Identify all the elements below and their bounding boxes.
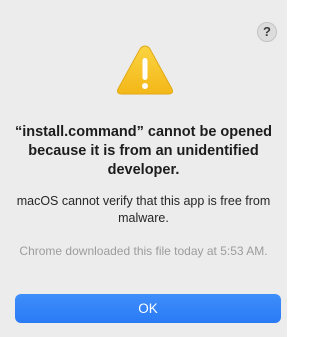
ok-button[interactable]: OK bbox=[15, 294, 281, 323]
dialog-message: macOS cannot verify that this app is fre… bbox=[16, 194, 271, 225]
alert-dialog: ? “install.command” cannot be opened bec… bbox=[0, 0, 287, 337]
help-button[interactable]: ? bbox=[257, 22, 277, 42]
dialog-title: “install.command” cannot be opened becau… bbox=[14, 124, 272, 178]
download-info-text: Chrome downloaded this file today at 5:5… bbox=[19, 244, 268, 258]
warning-icon bbox=[117, 45, 173, 95]
